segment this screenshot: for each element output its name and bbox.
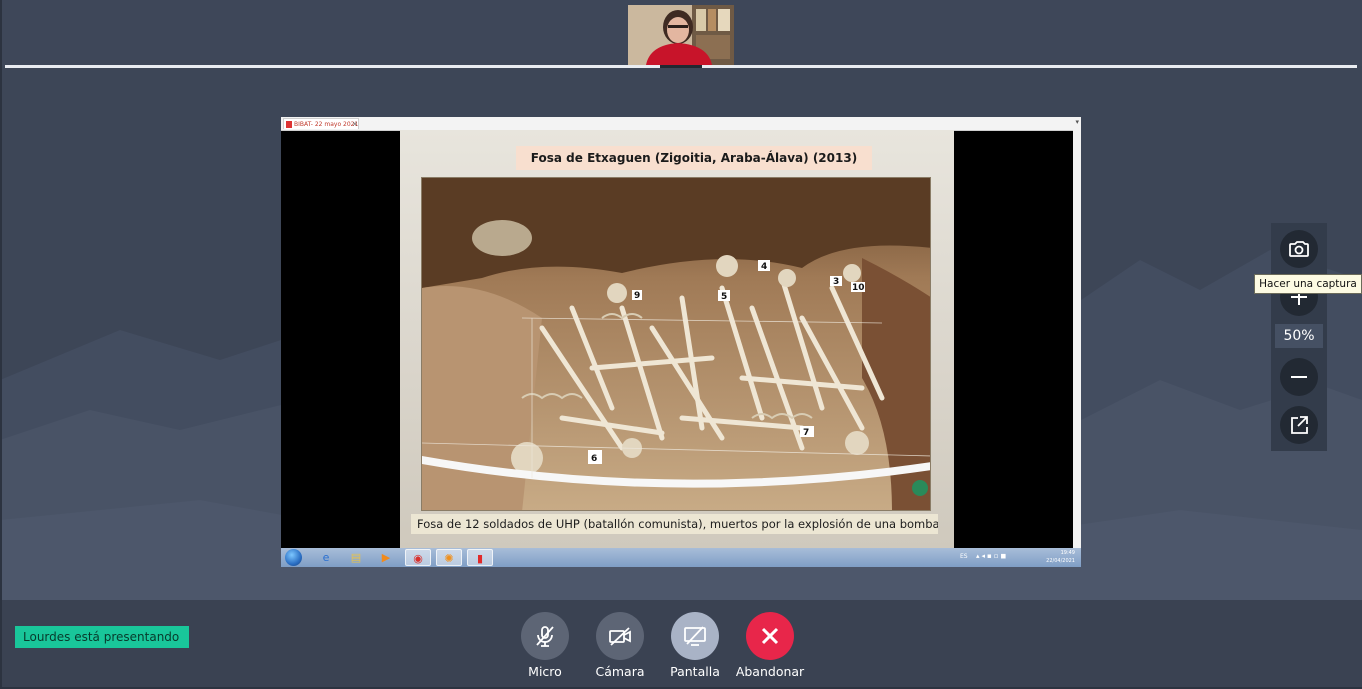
screenshot-tooltip: Hacer una captura bbox=[1254, 274, 1362, 294]
taskbar-date: 22/04/2021 bbox=[1046, 558, 1075, 564]
windows-start-icon[interactable] bbox=[285, 549, 302, 566]
pdf-viewer-tabbar: BIBAT- 22 mayo 2021 × ▾ bbox=[281, 117, 1081, 131]
participant-video-thumbnail[interactable] bbox=[628, 5, 734, 65]
file-explorer-icon[interactable]: ▤ bbox=[343, 549, 369, 566]
system-tray-icons[interactable]: ▴◂▪▫◼ bbox=[976, 552, 1008, 560]
minus-icon bbox=[1291, 376, 1307, 378]
excavation-photo-image: 4 5 3 10 9 6 7 bbox=[422, 178, 930, 510]
screen-share-button[interactable] bbox=[671, 612, 719, 660]
slide-title: Fosa de Etxaguen (Zigoitia, Araba-Álava)… bbox=[516, 146, 872, 170]
window-edge-left bbox=[0, 0, 2, 689]
language-indicator[interactable]: ES bbox=[960, 553, 968, 560]
camera-button[interactable] bbox=[596, 612, 644, 660]
participant-video bbox=[628, 5, 734, 65]
screenshot-button[interactable] bbox=[1280, 230, 1318, 268]
pdf-icon bbox=[286, 121, 292, 128]
screen-share-off-icon bbox=[684, 626, 706, 646]
internet-explorer-icon[interactable]: e bbox=[313, 549, 339, 566]
photo-label-7: 7 bbox=[803, 428, 809, 438]
photo-label-5: 9 bbox=[634, 291, 640, 301]
taskbar-time: 19:49 bbox=[1060, 550, 1075, 556]
pop-out-button[interactable] bbox=[1280, 406, 1318, 444]
pop-out-icon bbox=[1291, 416, 1308, 434]
presenter-status-badge: Lourdes está presentando bbox=[15, 626, 189, 648]
mic-off-icon bbox=[536, 626, 554, 647]
zoom-toolbar: 50% bbox=[1271, 223, 1327, 451]
slide-caption: Fosa de 12 soldados de UHP (batallón com… bbox=[411, 514, 938, 534]
photo-label-4: 10 bbox=[852, 283, 865, 293]
leave-label: Abandonar bbox=[735, 664, 805, 679]
photo-label-1: 4 bbox=[761, 262, 767, 272]
leave-button[interactable] bbox=[746, 612, 794, 660]
camera-off-icon bbox=[609, 627, 631, 646]
close-icon[interactable]: × bbox=[352, 119, 358, 130]
pdf-tab[interactable]: BIBAT- 22 mayo 2021 × bbox=[283, 118, 359, 129]
photo-label-6: 6 bbox=[591, 454, 597, 464]
mic-button[interactable] bbox=[521, 612, 569, 660]
presentation-slide: Fosa de Etxaguen (Zigoitia, Araba-Álava)… bbox=[400, 130, 954, 548]
viewer-scrollbar[interactable] bbox=[1073, 130, 1081, 548]
zoom-level: 50% bbox=[1275, 324, 1323, 348]
app-icon[interactable]: ✺ bbox=[436, 549, 462, 566]
windows-taskbar: e ▤ ▶ ◉ ✺ ▮ ES ▴◂▪▫◼ 19:49 22/04/2021 bbox=[281, 548, 1081, 567]
chrome-icon[interactable]: ◉ bbox=[405, 549, 431, 566]
pdf-tab-title: BIBAT- 22 mayo 2021 bbox=[294, 121, 359, 128]
media-player-icon[interactable]: ▶ bbox=[373, 549, 399, 566]
pdf-reader-icon[interactable]: ▮ bbox=[467, 549, 493, 566]
photo-label-2: 5 bbox=[721, 292, 727, 302]
photo-label-3: 3 bbox=[833, 277, 839, 287]
excavation-photo: 4 5 3 10 9 6 7 bbox=[421, 177, 931, 511]
taskbar-clock[interactable]: 19:49 22/04/2021 bbox=[1046, 549, 1075, 565]
shared-screen: BIBAT- 22 mayo 2021 × ▾ Fosa de Etxaguen… bbox=[281, 117, 1081, 567]
active-speaker-indicator bbox=[660, 65, 702, 68]
camera-snapshot-icon bbox=[1289, 241, 1309, 257]
zoom-out-button[interactable] bbox=[1280, 358, 1318, 396]
chevron-down-icon[interactable]: ▾ bbox=[1075, 118, 1079, 126]
close-icon bbox=[761, 627, 779, 645]
